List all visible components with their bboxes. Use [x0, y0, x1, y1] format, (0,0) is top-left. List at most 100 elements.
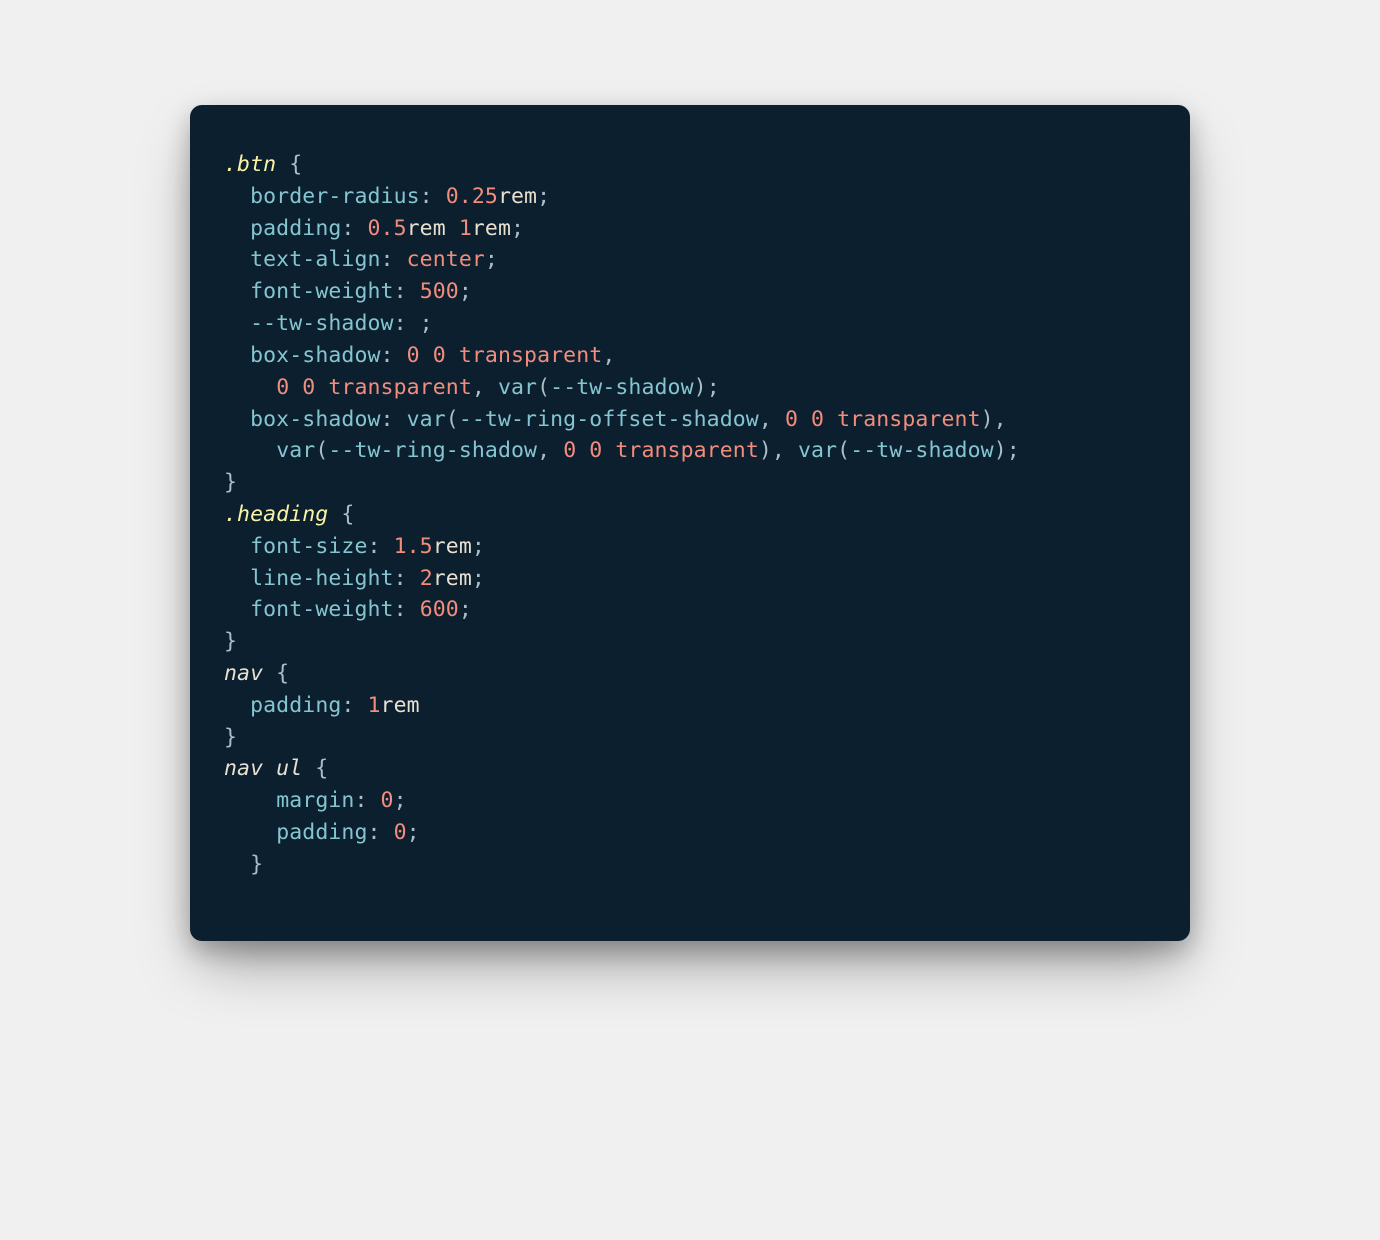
code-token	[224, 820, 276, 845]
code-token: ;	[459, 279, 472, 304]
code-token: {	[263, 661, 289, 686]
code-token: var	[498, 375, 537, 400]
code-token: nav	[224, 661, 263, 686]
code-token: var	[276, 438, 315, 463]
code-token: 1	[459, 216, 472, 241]
code-token: font-weight	[250, 279, 394, 304]
code-token: (	[315, 438, 328, 463]
code-token	[315, 375, 328, 400]
code-token: .heading	[224, 502, 328, 527]
code-token: );	[694, 375, 720, 400]
code-token	[224, 375, 276, 400]
code-token: }	[224, 852, 263, 877]
code-token: :	[368, 820, 394, 845]
code-token: ,	[472, 375, 498, 400]
code-token: {	[302, 756, 328, 781]
code-token	[224, 534, 250, 559]
code-token: 0 0	[785, 407, 824, 432]
code-token	[446, 343, 459, 368]
code-token: ;	[485, 247, 498, 272]
code-token: 500	[420, 279, 459, 304]
code-token: --tw-shadow	[550, 375, 694, 400]
code-token: 0.5	[368, 216, 407, 241]
code-token: ),	[981, 407, 1007, 432]
code-token: :	[420, 184, 446, 209]
code-token: }	[224, 629, 237, 654]
code-token: var	[798, 438, 837, 463]
code-token: padding	[250, 216, 341, 241]
code-token: ;	[537, 184, 550, 209]
code-token: ;	[394, 788, 407, 813]
code-token: ,	[759, 407, 785, 432]
code-token: border-radius	[250, 184, 420, 209]
code-token: box-shadow	[250, 343, 380, 368]
code-token: );	[994, 438, 1020, 463]
code-token	[824, 407, 837, 432]
code-token	[224, 247, 250, 272]
code-token: padding	[250, 693, 341, 718]
code-token	[224, 566, 250, 591]
code-token: (	[537, 375, 550, 400]
code-token: transparent	[837, 407, 981, 432]
code-token: rem	[498, 184, 537, 209]
code-token: :	[394, 279, 420, 304]
code-token: .btn	[224, 152, 276, 177]
code-token: --tw-ring-offset-shadow	[459, 407, 759, 432]
code-token: --tw-ring-shadow	[328, 438, 537, 463]
code-token: ,	[602, 343, 615, 368]
code-token: 0 0	[276, 375, 315, 400]
code-token: ,	[537, 438, 563, 463]
code-token: margin	[276, 788, 354, 813]
code-token: 0 0	[563, 438, 602, 463]
code-token: :	[368, 534, 394, 559]
css-code: .btn { border-radius: 0.25rem; padding: …	[224, 152, 1020, 877]
code-token: center	[407, 247, 485, 272]
code-token: rem	[433, 566, 472, 591]
code-token: text-align	[250, 247, 380, 272]
code-token: :	[394, 597, 420, 622]
code-token: 600	[420, 597, 459, 622]
code-token: :	[354, 788, 380, 813]
code-content: .btn { border-radius: 0.25rem; padding: …	[224, 149, 1156, 881]
code-token	[224, 184, 250, 209]
code-token	[224, 438, 276, 463]
code-token: :	[381, 407, 407, 432]
code-token: :	[381, 247, 407, 272]
code-token: 1	[368, 693, 381, 718]
code-block[interactable]: .btn { border-radius: 0.25rem; padding: …	[190, 105, 1190, 941]
code-token: font-weight	[250, 597, 394, 622]
code-token: transparent	[328, 375, 472, 400]
code-token: :	[341, 216, 367, 241]
code-token: rem	[472, 216, 511, 241]
code-token	[602, 438, 615, 463]
code-token: transparent	[615, 438, 759, 463]
code-token: 2	[420, 566, 433, 591]
code-token: : ;	[394, 311, 433, 336]
code-token: --tw-shadow	[850, 438, 994, 463]
code-token	[224, 693, 250, 718]
code-token: font-size	[250, 534, 367, 559]
code-token: padding	[276, 820, 367, 845]
code-token: :	[381, 343, 407, 368]
code-token: var	[407, 407, 446, 432]
code-token: 0 0	[407, 343, 446, 368]
code-token	[224, 788, 276, 813]
code-token: --tw-shadow	[250, 311, 394, 336]
code-token: (	[446, 407, 459, 432]
code-token: (	[837, 438, 850, 463]
code-token: rem	[381, 693, 420, 718]
code-token: line-height	[250, 566, 394, 591]
code-token: 1.5	[394, 534, 433, 559]
code-token: ;	[472, 534, 485, 559]
code-token	[224, 407, 250, 432]
code-token	[224, 343, 250, 368]
code-token	[224, 311, 250, 336]
code-token: ),	[759, 438, 798, 463]
code-token: rem	[433, 534, 472, 559]
code-token: }	[224, 470, 237, 495]
code-token: rem	[407, 216, 459, 241]
code-token: 0	[381, 788, 394, 813]
code-token: :	[394, 566, 420, 591]
code-token: box-shadow	[250, 407, 380, 432]
code-token: 0.25	[446, 184, 498, 209]
